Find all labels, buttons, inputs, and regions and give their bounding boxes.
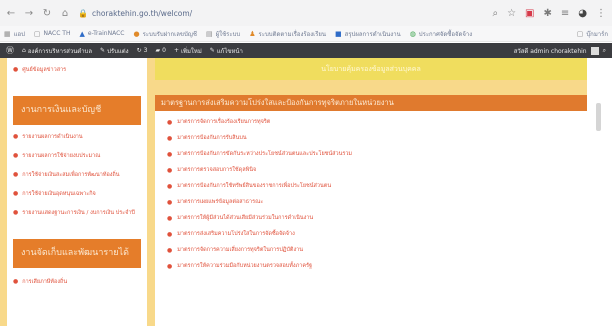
lock-icon: 🔒 (78, 8, 88, 18)
search-icon[interactable]: ⌕ (492, 8, 498, 19)
bullet-icon: ● (167, 230, 173, 238)
comment-icon: ▰ (155, 47, 161, 54)
sidebar-link-local-tax[interactable]: ● การเสียภาษีท้องถิ่น (7, 278, 147, 286)
list-item[interactable]: ● มาตรการป้องกันการรับสินบน (167, 130, 577, 146)
bullet-icon: ● (167, 246, 173, 254)
pencil-icon: ✎ (209, 47, 215, 54)
back-icon[interactable]: ← (6, 8, 16, 19)
menu-dots-icon[interactable]: ⋮ (596, 8, 606, 19)
search-icon[interactable]: ⌕ (603, 47, 606, 55)
bullet-icon: ● (167, 150, 173, 158)
bullet-icon: ● (13, 278, 19, 285)
refresh-icon: ↻ (136, 47, 142, 54)
list-item[interactable]: ● มาตรการให้ความร่วมมือกับหน่วยงานตรวจสอบ… (167, 258, 577, 274)
bullet-icon: ● (167, 262, 173, 270)
wp-comments[interactable]: ▰ 0 (155, 47, 165, 54)
bullet-icon: ● (167, 214, 173, 222)
scroll-gutter (587, 58, 612, 326)
reload-icon[interactable]: ↻ (42, 8, 52, 19)
bookmark-complaints[interactable]: ♟ ระบบติดตามเรื่องร้องเรียน (249, 29, 326, 39)
bullet-icon: ● (167, 166, 173, 174)
bullet-icon: ● (13, 190, 19, 197)
browser-actions: ⌕ ☆ ▣ ✱ ≡ ◕ ⋮ (492, 8, 606, 19)
plus-icon: + (173, 47, 179, 54)
bookmark-users[interactable]: ▤ ผู้ใช้ระบบ (206, 29, 240, 39)
panel-title: มาตรฐานการส่งเสริมความโปร่งใสและป้องกันก… (155, 95, 587, 111)
measures-list: ● มาตรการจัดการเรื่องร้องเรียนการทุจริต ●… (155, 111, 587, 274)
forward-icon[interactable]: → (24, 8, 34, 19)
list-item[interactable]: ● มาตรการตรวจสอบการใช้ดุลพินิจ (167, 162, 577, 178)
folder-icon: ▢ (33, 29, 41, 38)
bullet-icon: ● (167, 134, 173, 142)
sidebar-link-info-center[interactable]: ● ศูนย์ข้อมูลข่าวสาร (7, 66, 147, 74)
globe-icon: ◍ (409, 29, 416, 38)
home-icon[interactable]: ⌂ (60, 8, 70, 19)
bullet-icon: ● (167, 118, 173, 126)
extension-red-icon[interactable]: ▣ (525, 8, 534, 19)
profile-icon[interactable]: ◕ (578, 8, 587, 19)
wp-customize[interactable]: ✎ ปรับแต่ง (100, 46, 129, 56)
bookmark-nacc[interactable]: ▢ NACC TH (34, 30, 71, 38)
list-item[interactable]: ● มาตรการจัดการเรื่องร้องเรียนการทุจริต (167, 114, 577, 130)
sidebar: ● ศูนย์ข้อมูลข่าวสาร งานการเงินและบัญชี … (7, 58, 147, 326)
bullet-icon: ● (167, 182, 173, 190)
bookmark-procurement[interactable]: ◍ ประกาศจัดซื้อจัดจ้าง (410, 29, 473, 39)
sidebar-link-financial-status[interactable]: ● รายงานแสดงฐานะการเงิน / งบการเงิน ประจ… (7, 209, 147, 217)
sidebar-link-performance-report[interactable]: ● รายงานผลการดำเนินงาน (7, 133, 147, 141)
bullet-icon: ● (167, 198, 173, 206)
sidebar-link-budget-report[interactable]: ● รายงานผลการใช้จ่ายงบประมาณ (7, 152, 147, 160)
url-text: choraktehin.go.th/welcom/ (91, 8, 193, 18)
brush-icon: ✎ (100, 47, 106, 54)
wp-site-name[interactable]: ⌂ องค์การบริหารส่วนตำบล (22, 46, 92, 56)
wp-edit-page[interactable]: ✎ แก้ไขหน้า (210, 46, 243, 56)
sidebar-link-savings-spending[interactable]: ● การใช้จ่ายเงินสะสมเพื่อการพัฒนาท้องถิ่… (7, 171, 147, 179)
wordpress-logo-icon[interactable]: Ⓦ (6, 45, 14, 56)
apps-grid-icon: ▦ (4, 29, 11, 38)
wp-admin-bar: Ⓦ ⌂ องค์การบริหารส่วนตำบล ✎ ปรับแต่ง ↻ 3 ▰ 0… (0, 43, 612, 58)
bookmark-etrain[interactable]: ▲ e-TrainNACC (79, 30, 124, 38)
bookmark-apps[interactable]: ▦ แอป (4, 29, 25, 39)
bullet-icon: ● (13, 152, 19, 159)
graduation-icon: ▲ (79, 29, 85, 38)
bullet-icon: ● (13, 66, 19, 73)
list-item[interactable]: ● มาตรการจัดการความเสี่ยงการทุจริตในการปฏ… (167, 242, 577, 258)
document-icon: ▤ (206, 29, 213, 38)
sidebar-section-finance: งานการเงินและบัญชี (13, 96, 141, 125)
transparency-panel: มาตรฐานการส่งเสริมความโปร่งใสและป้องกันก… (155, 95, 587, 326)
bullet-icon: ● (13, 171, 19, 178)
bookmark-summary[interactable]: ■ สรุปผลการดำเนินงาน (335, 29, 401, 39)
star-icon[interactable]: ☆ (507, 8, 516, 19)
coin-icon: ● (133, 29, 140, 38)
bullet-icon: ● (13, 209, 19, 216)
avatar (590, 46, 599, 55)
scrollbar-thumb[interactable] (596, 103, 601, 131)
top-banner[interactable]: นโยบายคุ้มครองข้อมูลส่วนบุคคล (155, 58, 587, 80)
folder-icon: ▢ (576, 29, 584, 38)
browser-address-row: ← → ↻ ⌂ 🔒 choraktehin.go.th/welcom/ ⌕ ☆ … (0, 0, 612, 26)
sidebar-section-revenue: งานจัดเก็บและพัฒนารายได้ (13, 239, 141, 268)
home-icon: ⌂ (22, 47, 26, 54)
main-content: นโยบายคุ้มครองข้อมูลส่วนบุคคล มาตรฐานการ… (155, 58, 587, 326)
bullet-icon: ● (13, 133, 19, 140)
sidebar-link-special-grants[interactable]: ● การใช้จ่ายเงินอุดหนุนเฉพาะกิจ (7, 190, 147, 198)
wp-account[interactable]: สวัสดี admin choraktehin ⌕ (514, 46, 606, 56)
reading-list-icon[interactable]: ≡ (561, 8, 569, 19)
bookmark-account[interactable]: ● ระบบรับฝากเลขบัญชี (133, 29, 197, 39)
wp-new[interactable]: + เพิ่มใหม่ (174, 46, 202, 56)
bookmarks-bar: ▦ แอป ▢ NACC TH ▲ e-TrainNACC ● ระบบรับฝากเล… (0, 26, 612, 42)
url-field[interactable]: 🔒 choraktehin.go.th/welcom/ (78, 9, 192, 18)
list-item[interactable]: ● มาตรการป้องกันการใช้ทรัพย์สินของราชการเ… (167, 178, 577, 194)
wp-updates[interactable]: ↻ 3 (137, 47, 148, 54)
list-item[interactable]: ● มาตรการป้องกันการขัดกันระหว่างประโยชน์ส… (167, 146, 577, 162)
chart-icon: ■ (335, 29, 342, 38)
person-icon: ♟ (249, 29, 256, 38)
extensions-puzzle-icon[interactable]: ✱ (543, 8, 551, 19)
list-item[interactable]: ● มาตรการเผยแพร่ข้อมูลต่อสาธารณะ (167, 194, 577, 210)
page-content: ● ศูนย์ข้อมูลข่าวสาร งานการเงินและบัญชี … (0, 58, 612, 326)
list-item[interactable]: ● มาตรการส่งเสริมความโปร่งใสในการจัดซื้อจ… (167, 226, 577, 242)
list-item[interactable]: ● มาตรการให้ผู้มีส่วนได้ส่วนเสียมีส่วนร่ว… (167, 210, 577, 226)
bookmark-others[interactable]: ▢ บุ๊กมาร์ก (577, 29, 608, 39)
